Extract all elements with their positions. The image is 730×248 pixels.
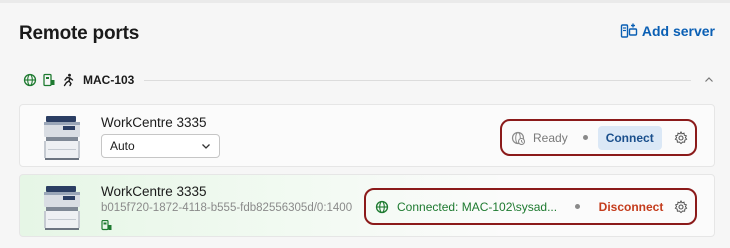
add-server-label: Add server <box>641 23 715 39</box>
status-area: Connected: MAC-102\sysad... Disconnect <box>364 188 697 225</box>
globe-icon <box>375 200 389 214</box>
separator-dot <box>575 204 580 209</box>
group-divider <box>144 79 691 81</box>
port-row-workcentre-connected: WorkCentre 3335 b015f720-1872-4118-b555-… <box>19 174 715 237</box>
globe-icon <box>23 73 37 87</box>
status-text: Connected: MAC-102\sysad... <box>397 199 558 214</box>
network-port-icon <box>42 73 56 87</box>
server-group-name: MAC-103 <box>83 73 135 87</box>
add-server-icon <box>620 22 638 40</box>
status-area: Ready Connect <box>500 119 697 156</box>
chevron-up-icon[interactable] <box>703 74 715 86</box>
gear-icon[interactable] <box>674 200 688 214</box>
printer-image <box>36 111 88 163</box>
add-server-button[interactable]: Add server <box>620 22 715 40</box>
printer-name: WorkCentre 3335 <box>101 115 207 130</box>
page-title: Remote ports <box>19 23 140 44</box>
port-mode-value: Auto <box>110 139 135 153</box>
status-text: Ready <box>533 130 568 145</box>
gear-icon[interactable] <box>674 131 688 145</box>
top-divider <box>0 0 730 3</box>
running-person-icon <box>61 73 75 87</box>
disconnect-button[interactable]: Disconnect <box>591 195 671 219</box>
port-mode-select[interactable]: Auto <box>101 134 220 158</box>
printer-name: WorkCentre 3335 <box>101 184 207 199</box>
port-row-workcentre-ready: WorkCentre 3335 Auto Ready Connect <box>19 104 715 167</box>
printer-image <box>36 181 88 233</box>
printer-id: b015f720-1872-4118-b555-fdb82556305d/0:1… <box>101 202 353 214</box>
separator-dot <box>582 135 588 140</box>
network-port-icon <box>101 220 112 231</box>
connect-button[interactable]: Connect <box>597 125 662 150</box>
server-group-header[interactable]: MAC-103 <box>23 70 715 90</box>
chevron-down-icon <box>201 141 211 151</box>
ready-status-icon <box>511 131 525 145</box>
